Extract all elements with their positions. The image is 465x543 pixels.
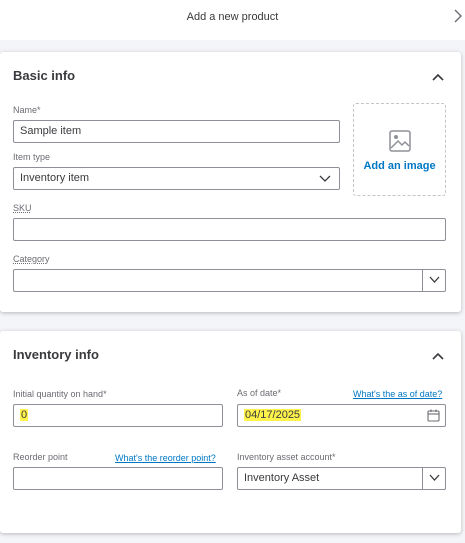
reorder-point-input[interactable]: [13, 467, 223, 490]
chevron-right-icon[interactable]: [453, 9, 465, 25]
panel-header: Add a new product: [0, 0, 465, 40]
category-label: Category: [13, 254, 50, 264]
basic-info-card: Basic info Name* Sample item Item type I…: [0, 52, 461, 312]
collapse-basic-info-chevron-up-icon[interactable]: [431, 69, 445, 83]
sku-input[interactable]: [13, 218, 446, 241]
initial-qty-label: Initial quantity on hand*: [13, 389, 107, 399]
asset-account-select[interactable]: Inventory Asset: [237, 467, 446, 490]
name-label: Name*: [13, 105, 41, 115]
as-of-date-input[interactable]: 04/17/2025: [237, 404, 446, 427]
as-of-date-value: 04/17/2025: [244, 409, 302, 421]
image-icon: [389, 130, 411, 152]
add-image-label: Add an image: [363, 160, 436, 172]
category-select[interactable]: [13, 269, 446, 292]
asset-account-value: Inventory Asset: [244, 472, 320, 484]
as-of-date-help-link[interactable]: What's the as of date?: [353, 389, 442, 399]
chevron-down-icon: [429, 474, 440, 481]
item-type-select[interactable]: Inventory item: [13, 167, 340, 190]
item-type-label: Item type: [13, 152, 51, 162]
chevron-down-icon: [319, 175, 331, 182]
reorder-point-label: Reorder point: [13, 452, 68, 462]
panel-title: Add a new product: [186, 11, 279, 23]
inventory-info-card: Inventory info Initial quantity on hand*…: [0, 331, 461, 533]
sku-label: SKU: [13, 203, 32, 213]
calendar-icon[interactable]: [427, 409, 440, 422]
inventory-info-title: Inventory info: [13, 347, 99, 362]
asset-account-label: Inventory asset account*: [237, 452, 336, 462]
add-image-dropzone[interactable]: Add an image: [353, 103, 446, 196]
reorder-point-help-link[interactable]: What's the reorder point?: [115, 453, 216, 463]
as-of-date-label: As of date*: [237, 388, 282, 398]
initial-qty-input[interactable]: 0: [13, 404, 223, 427]
name-input[interactable]: Sample item: [13, 120, 340, 143]
category-dropdown-button[interactable]: [422, 270, 445, 291]
name-value: Sample item: [20, 125, 82, 137]
item-type-value: Inventory item: [20, 172, 90, 184]
initial-qty-value: 0: [20, 409, 29, 421]
chevron-down-icon: [429, 276, 440, 283]
asset-account-dropdown-button[interactable]: [422, 468, 445, 489]
basic-info-title: Basic info: [13, 68, 76, 83]
collapse-inventory-info-chevron-up-icon[interactable]: [431, 348, 445, 362]
